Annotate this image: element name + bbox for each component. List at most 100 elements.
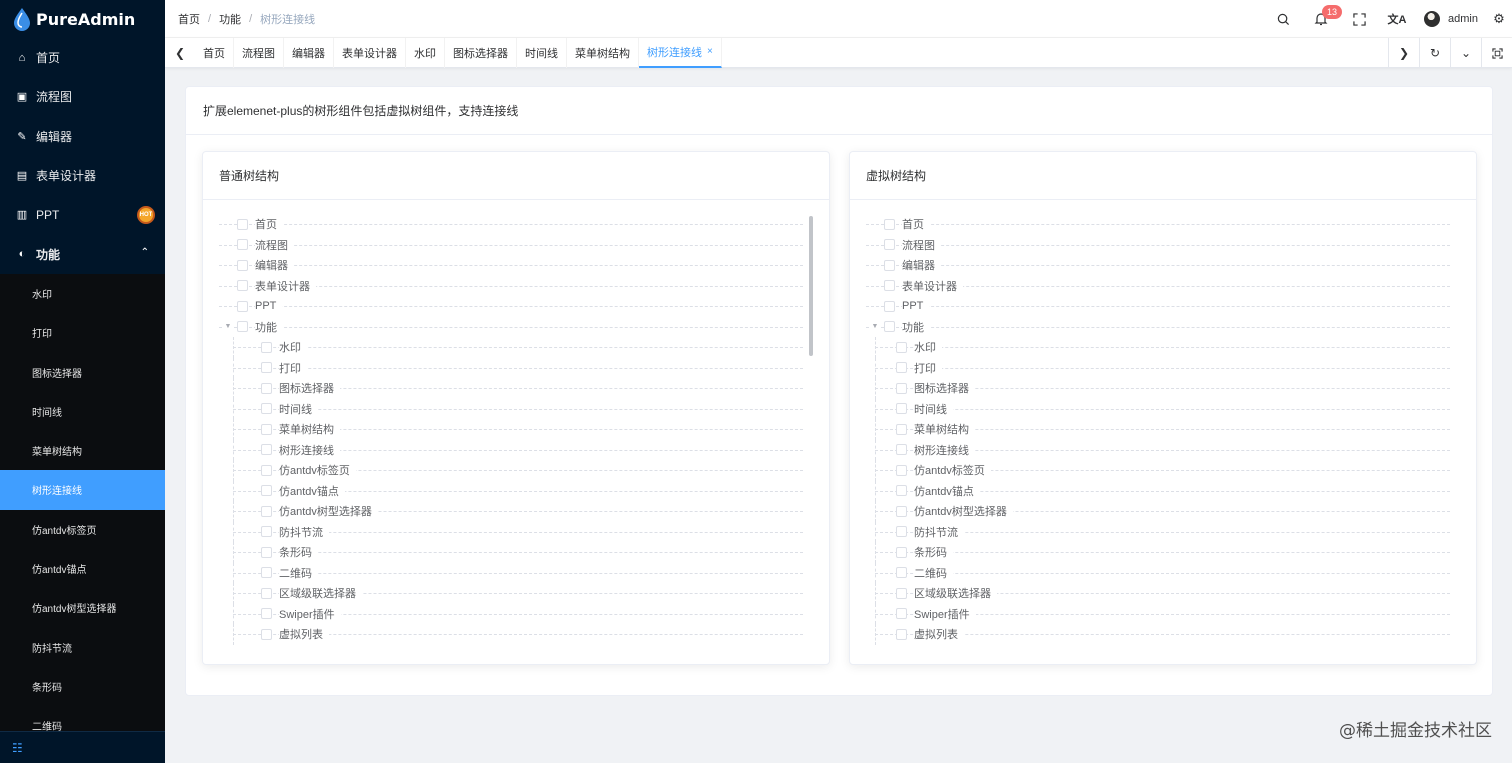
sidebar-subitem[interactable]: 菜单树结构	[0, 431, 165, 470]
tree-checkbox[interactable]	[261, 567, 272, 579]
caret-down-icon[interactable]: ▼	[870, 321, 880, 332]
tree-node[interactable]: 时间线	[866, 398, 1450, 419]
tree-node[interactable]: 流程图	[866, 235, 1450, 256]
tree-node[interactable]: 仿antdv标签页	[219, 460, 803, 481]
tree-node[interactable]: 首页	[219, 214, 803, 235]
tree-node[interactable]: PPT	[219, 296, 803, 317]
tree-node[interactable]: 图标选择器	[219, 378, 803, 399]
tree-node[interactable]: 表单设计器	[219, 276, 803, 297]
tree-node[interactable]: 防抖节流	[866, 521, 1450, 542]
collapse-menu-icon[interactable]: ☷	[0, 731, 165, 763]
tree-node[interactable]: 区域级联选择器	[219, 583, 803, 604]
sidebar-subitem[interactable]: 树形连接线	[0, 470, 165, 510]
tree-checkbox[interactable]	[261, 485, 272, 497]
refresh-icon[interactable]: ↻	[1419, 38, 1450, 68]
tab[interactable]: 编辑器	[284, 37, 334, 68]
tab[interactable]: 图标选择器	[445, 37, 517, 68]
sidebar-subitem[interactable]: 仿antdv标签页	[0, 510, 165, 549]
tree-checkbox[interactable]	[896, 628, 907, 640]
tree-checkbox[interactable]	[261, 444, 272, 456]
tree-checkbox[interactable]	[237, 239, 248, 251]
tree-node[interactable]: 仿antdv锚点	[866, 480, 1450, 501]
tree-node[interactable]: 编辑器	[866, 255, 1450, 276]
close-icon[interactable]: ×	[707, 46, 713, 57]
tree-node[interactable]: 仿antdv标签页	[866, 460, 1450, 481]
tree-checkbox[interactable]	[896, 505, 907, 517]
tree-checkbox[interactable]	[237, 259, 248, 271]
tree-node[interactable]: 流程图	[219, 235, 803, 256]
gear-icon[interactable]: ⚙	[1486, 0, 1512, 38]
tree-node[interactable]: 菜单树结构	[219, 419, 803, 440]
tree-checkbox[interactable]	[261, 382, 272, 394]
sidebar-item[interactable]: ▣ 流程图	[0, 77, 165, 116]
tree-checkbox[interactable]	[896, 464, 907, 476]
logo[interactable]: PureAdmin	[0, 0, 165, 38]
tree-checkbox[interactable]	[896, 382, 907, 394]
tree-node[interactable]: 水印	[866, 337, 1450, 358]
tree-node[interactable]: 虚拟列表	[219, 624, 803, 645]
tree-checkbox[interactable]	[237, 300, 248, 312]
tree-node[interactable]: 二维码	[866, 562, 1450, 583]
tree-node[interactable]: 区域级联选择器	[866, 583, 1450, 604]
tree-checkbox[interactable]	[261, 403, 272, 415]
tree-node[interactable]: 仿antdv锚点	[219, 480, 803, 501]
tree-checkbox[interactable]	[237, 280, 248, 292]
sidebar-subitem[interactable]: 条形码	[0, 667, 165, 706]
sidebar-item[interactable]: ▤ 表单设计器	[0, 156, 165, 195]
tree-node[interactable]: 水印	[219, 337, 803, 358]
scrollbar-thumb[interactable]	[809, 216, 813, 356]
tree-node[interactable]: 首页	[866, 214, 1450, 235]
breadcrumb-item-feature[interactable]: 功能	[219, 11, 241, 27]
sidebar-subitem[interactable]: 图标选择器	[0, 352, 165, 391]
tree-node[interactable]: Swiper插件	[219, 603, 803, 624]
tree-node[interactable]: 防抖节流	[219, 521, 803, 542]
tree-checkbox[interactable]	[261, 526, 272, 538]
fullscreen-icon[interactable]	[1340, 0, 1378, 38]
tab[interactable]: 水印	[406, 37, 445, 68]
tree-node[interactable]: PPT	[866, 296, 1450, 317]
tree-node[interactable]: 条形码	[866, 542, 1450, 563]
tree-node[interactable]: 图标选择器	[866, 378, 1450, 399]
tree-checkbox[interactable]	[896, 546, 907, 558]
tree-node[interactable]: 树形连接线	[866, 439, 1450, 460]
tree-checkbox[interactable]	[884, 321, 895, 333]
tabs-scroll-right-icon[interactable]: ❯	[1388, 38, 1419, 68]
tab[interactable]: 菜单树结构	[567, 37, 639, 68]
tree-checkbox[interactable]	[896, 362, 907, 374]
translate-icon[interactable]: 文A	[1378, 0, 1416, 38]
tree-checkbox[interactable]	[896, 608, 907, 620]
chevron-down-icon[interactable]: ⌄	[1450, 38, 1481, 68]
tree-node[interactable]: ▼ 功能	[866, 317, 1450, 338]
tree-node[interactable]: ▼ 功能	[219, 317, 803, 338]
search-icon[interactable]	[1264, 0, 1302, 38]
tree-node[interactable]: 树形连接线	[219, 439, 803, 460]
sidebar-subitem[interactable]: 仿antdv锚点	[0, 549, 165, 588]
tree-node[interactable]: 仿antdv树型选择器	[866, 501, 1450, 522]
tree-node[interactable]: 表单设计器	[866, 276, 1450, 297]
user-menu[interactable]: admin	[1416, 0, 1486, 38]
sidebar-subitem[interactable]: 仿antdv树型选择器	[0, 588, 165, 627]
tree-checkbox[interactable]	[237, 321, 248, 333]
tree-node[interactable]: 打印	[866, 357, 1450, 378]
tree-scrollbar[interactable]	[809, 214, 813, 650]
tree-node[interactable]: 编辑器	[219, 255, 803, 276]
tree-node[interactable]: 菜单树结构	[866, 419, 1450, 440]
tree-checkbox[interactable]	[896, 485, 907, 497]
tree-checkbox[interactable]	[884, 280, 895, 292]
tree-checkbox[interactable]	[261, 423, 272, 435]
breadcrumb-item-home[interactable]: 首页	[178, 11, 200, 27]
tree-checkbox[interactable]	[884, 259, 895, 271]
tree-checkbox[interactable]	[896, 341, 907, 353]
tab[interactable]: 表单设计器	[334, 37, 406, 68]
tree-checkbox[interactable]	[237, 218, 248, 230]
sidebar-subitem[interactable]: 水印	[0, 274, 165, 313]
tree-checkbox[interactable]	[261, 505, 272, 517]
sidebar-item[interactable]: ◐ 功能 ⌃	[0, 234, 165, 273]
caret-down-icon[interactable]: ▼	[223, 321, 233, 332]
sidebar-item[interactable]: ▥ PPT HOT	[0, 195, 165, 234]
tree-checkbox[interactable]	[896, 526, 907, 538]
tree-checkbox[interactable]	[261, 587, 272, 599]
tree-checkbox[interactable]	[896, 423, 907, 435]
tree-checkbox[interactable]	[261, 362, 272, 374]
tree-checkbox[interactable]	[884, 239, 895, 251]
